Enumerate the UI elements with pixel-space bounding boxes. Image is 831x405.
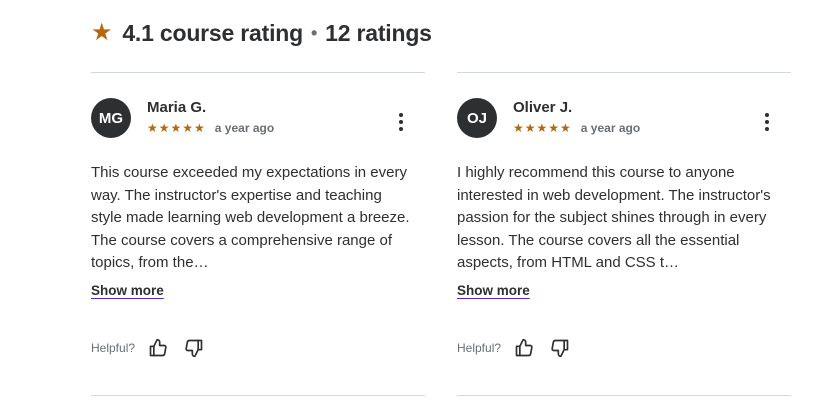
review-meta: ★★★★★ a year ago bbox=[513, 121, 640, 135]
helpful-label: Helpful? bbox=[457, 341, 502, 355]
divider bbox=[457, 395, 791, 396]
show-more-link[interactable]: Show more bbox=[457, 283, 530, 298]
separator-dot: • bbox=[311, 22, 318, 43]
more-options-icon[interactable] bbox=[391, 111, 411, 133]
review-meta: ★★★★★ a year ago bbox=[147, 121, 274, 135]
divider bbox=[91, 395, 425, 396]
star-rating: ★★★★★ bbox=[513, 121, 572, 135]
review-text: I highly recommend this course to anyone… bbox=[457, 164, 771, 271]
reviewer-name: Maria G. bbox=[147, 99, 207, 116]
avatar: MG bbox=[91, 98, 131, 138]
review-time: a year ago bbox=[580, 121, 641, 135]
star-icon: ★ bbox=[91, 19, 113, 46]
avatar: OJ bbox=[457, 98, 497, 138]
show-more-link[interactable]: Show more bbox=[91, 283, 164, 298]
more-options-icon[interactable] bbox=[757, 111, 777, 133]
review-card: MG Maria G. ★★★★★ a year ago This course… bbox=[91, 72, 425, 396]
reviewer-name: Oliver J. bbox=[513, 99, 573, 116]
thumbs-up-icon[interactable] bbox=[145, 335, 171, 361]
review-text: This course exceeded my expectations in … bbox=[91, 164, 410, 271]
course-rating-text: 4.1 course rating bbox=[122, 19, 303, 46]
course-rating-header: ★ 4.1 course rating • 12 ratings bbox=[91, 18, 432, 48]
thumbs-down-icon[interactable] bbox=[181, 335, 207, 361]
ratings-count: 12 ratings bbox=[325, 19, 432, 46]
helpful-row: Helpful? bbox=[91, 335, 207, 361]
star-rating: ★★★★★ bbox=[147, 121, 206, 135]
helpful-label: Helpful? bbox=[91, 341, 136, 355]
review-card: OJ Oliver J. ★★★★★ a year ago I highly r… bbox=[457, 72, 791, 396]
review-time: a year ago bbox=[214, 121, 275, 135]
helpful-row: Helpful? bbox=[457, 335, 573, 361]
thumbs-down-icon[interactable] bbox=[547, 335, 573, 361]
thumbs-up-icon[interactable] bbox=[511, 335, 537, 361]
